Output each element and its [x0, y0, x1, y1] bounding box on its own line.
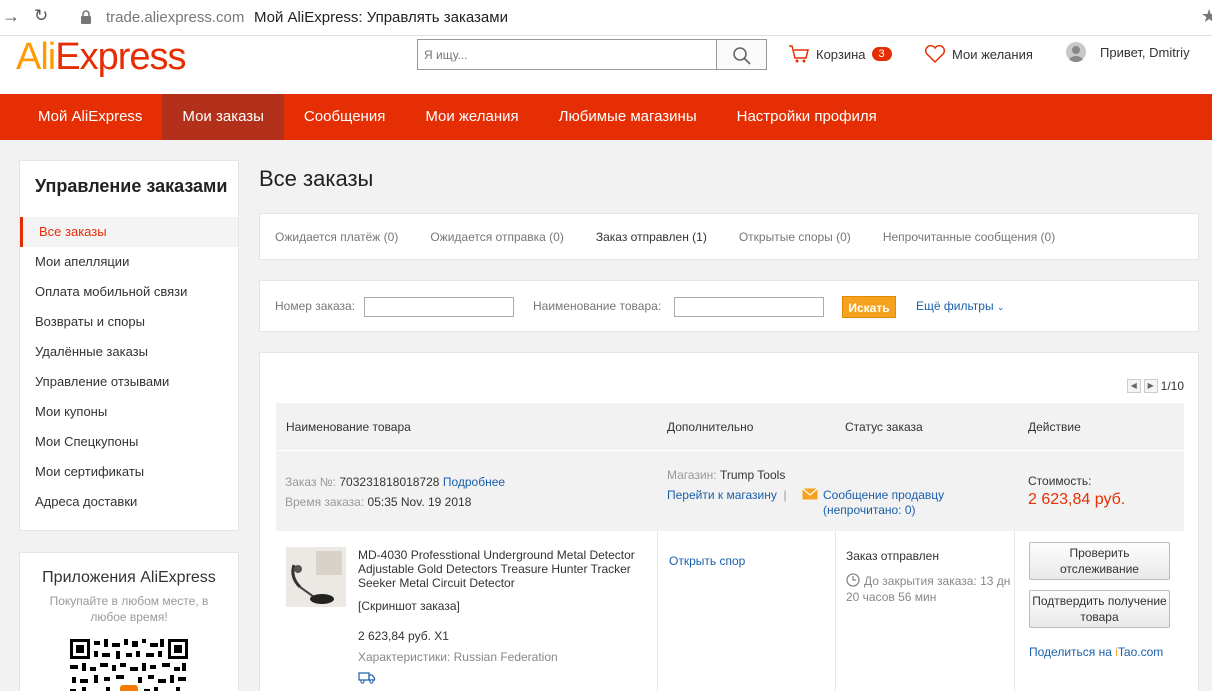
sidebar-item-special-coupons[interactable]: Мои Спецкупоны	[20, 427, 238, 457]
message-seller-link[interactable]: Сообщение продавцу (непрочитано: 0)	[823, 488, 944, 518]
order-number-input[interactable]	[364, 297, 514, 317]
pagination: ◀ ▶ 1/10	[1126, 379, 1184, 393]
heart-icon	[924, 44, 946, 64]
address-bar[interactable]: trade.aliexpress.com	[106, 9, 244, 26]
user-greeting: Привет, Dmitriy	[1100, 44, 1190, 60]
order-details-link[interactable]: Подробнее	[443, 475, 505, 489]
page-indicator: 1/10	[1160, 379, 1184, 393]
cost-label: Стоимость:	[1028, 474, 1092, 488]
nav-profile-settings[interactable]: Настройки профиля	[717, 94, 897, 140]
price-quantity: 2 623,84 руб. X1	[358, 629, 449, 643]
delivery-truck-icon[interactable]	[358, 671, 376, 684]
sidebar-item-deleted-orders[interactable]: Удалённые заказы	[20, 337, 238, 367]
chevron-down-icon: ⌄	[996, 302, 1005, 312]
sidebar-item-certificates[interactable]: Мои сертификаты	[20, 457, 238, 487]
orders-table-header: Наименование товара Дополнительно Статус…	[276, 403, 1184, 450]
nav-my-orders[interactable]: Мои заказы	[162, 94, 284, 140]
order-status-tabs: Ожидается платёж (0) Ожидается отправка …	[259, 213, 1199, 260]
bookmark-star-icon[interactable]: ★	[1201, 6, 1212, 27]
sidebar-item-all-orders[interactable]: Все заказы	[20, 217, 238, 247]
user-menu[interactable]: Привет, Dmitriy	[1066, 42, 1190, 62]
open-dispute-link[interactable]: Открыть спор	[669, 554, 745, 568]
wishlist-link[interactable]: Мои желания	[924, 44, 1033, 64]
nav-messages[interactable]: Сообщения	[284, 94, 405, 140]
column-action: Действие	[1028, 420, 1081, 434]
prev-page-button[interactable]: ◀	[1126, 379, 1141, 393]
order-filters: Номер заказа: Наименование товара: Искат…	[259, 280, 1199, 332]
order-product-row: MD-4030 Professtional Underground Metal …	[276, 531, 1184, 691]
order-status: Заказ отправлен	[846, 549, 939, 563]
page-tab-title: Мой AliExpress: Управлять заказами	[254, 9, 508, 26]
browser-bar: → ↻ trade.aliexpress.com Мой AliExpress:…	[0, 0, 1212, 36]
column-extra: Дополнительно	[667, 420, 754, 434]
wishlist-label: Мои желания	[952, 46, 1033, 62]
go-to-store-link[interactable]: Перейти к магазину	[667, 488, 777, 502]
sidebar-item-addresses[interactable]: Адреса доставки	[20, 487, 238, 517]
lock-icon	[81, 10, 91, 24]
search-button[interactable]	[716, 39, 767, 70]
cart-link[interactable]: Корзина 3	[788, 44, 892, 64]
product-thumbnail[interactable]	[286, 547, 346, 607]
sidebar-title: Управление заказами	[35, 176, 228, 196]
nav-favorite-stores[interactable]: Любимые магазины	[539, 94, 717, 140]
order-time: Время заказа: 05:35 Nov. 19 2018	[285, 495, 472, 509]
column-status: Статус заказа	[845, 420, 923, 434]
avatar	[1066, 42, 1086, 62]
qr-code[interactable]	[70, 639, 188, 691]
order-snapshot-link[interactable]: [Скриншот заказа]	[358, 599, 460, 613]
cart-count-badge: 3	[871, 47, 892, 61]
store-links: Перейти к магазину |	[667, 488, 791, 502]
tab-awaiting-payment[interactable]: Ожидается платёж (0)	[275, 230, 398, 244]
orders-panel: ◀ ▶ 1/10 Наименование товара Дополнитель…	[259, 352, 1199, 691]
cart-label: Корзина	[816, 46, 866, 62]
sidebar-item-reviews[interactable]: Управление отзывами	[20, 367, 238, 397]
sidebar: Управление заказами Все заказы Мои апелл…	[19, 160, 239, 531]
tab-awaiting-shipment[interactable]: Ожидается отправка (0)	[430, 230, 564, 244]
search-icon	[733, 47, 751, 65]
sidebar-item-appeals[interactable]: Мои апелляции	[20, 247, 238, 277]
site-header: AliExpress Корзина 3 Мои желания Привет,…	[0, 36, 1212, 94]
tab-unread-messages[interactable]: Непрочитанные сообщения (0)	[883, 230, 1055, 244]
closing-countdown: До закрытия заказа: 13 дн 20 часов 56 ми…	[846, 574, 1011, 604]
nav-wishlist[interactable]: Мои желания	[405, 94, 538, 140]
column-product: Наименование товара	[286, 420, 411, 434]
apps-promo: Приложения AliExpress Покупайте в любом …	[19, 552, 239, 691]
tab-shipped[interactable]: Заказ отправлен (1)	[596, 230, 707, 244]
sidebar-item-returns-disputes[interactable]: Возвраты и споры	[20, 307, 238, 337]
share-itao-link[interactable]: Поделиться на iTao.com	[1029, 645, 1163, 659]
next-page-button[interactable]: ▶	[1143, 379, 1158, 393]
main-nav: Мой AliExpress Мои заказы Сообщения Мои …	[0, 94, 1212, 140]
sidebar-item-coupons[interactable]: Мои купоны	[20, 397, 238, 427]
order-number: Заказ №: 703231818018728 Подробнее	[285, 475, 506, 489]
apps-title: Приложения AliExpress	[42, 569, 216, 586]
page-title: Все заказы	[259, 166, 374, 191]
envelope-icon	[802, 488, 818, 500]
product-name-label: Наименование товара:	[533, 299, 662, 313]
apps-subtitle: Покупайте в любом месте, в любое время!	[49, 594, 209, 624]
product-name-input[interactable]	[674, 297, 824, 317]
tab-open-disputes[interactable]: Открытые споры (0)	[739, 230, 851, 244]
reload-icon[interactable]: ↻	[34, 6, 48, 26]
store-name: Магазин: Trump Tools	[667, 468, 786, 482]
order-cost: 2 623,84 руб.	[1028, 491, 1126, 508]
search-input[interactable]	[417, 39, 717, 70]
check-tracking-button[interactable]: Проверить отслеживание	[1029, 542, 1170, 580]
product-name-link[interactable]: MD-4030 Professtional Underground Metal …	[358, 548, 658, 590]
confirm-receipt-button[interactable]: Подтвердить получение товара	[1029, 590, 1170, 628]
unread-count: (непрочитано: 0)	[823, 503, 916, 517]
more-filters-link[interactable]: Ещё фильтры ⌄	[916, 299, 1004, 313]
order-number-label: Номер заказа:	[275, 299, 356, 313]
aliexpress-logo[interactable]: AliExpress	[16, 36, 187, 79]
sidebar-item-mobile-payment[interactable]: Оплата мобильной связи	[20, 277, 238, 307]
order-summary-row: Заказ №: 703231818018728 Подробнее Время…	[276, 451, 1184, 531]
cart-icon	[789, 45, 809, 63]
forward-arrow-icon[interactable]: →	[2, 6, 20, 27]
nav-my-aliexpress[interactable]: Мой AliExpress	[0, 94, 162, 140]
product-specs: Характеристики: Russian Federation	[358, 650, 558, 664]
search-orders-button[interactable]: Искать	[842, 296, 896, 318]
